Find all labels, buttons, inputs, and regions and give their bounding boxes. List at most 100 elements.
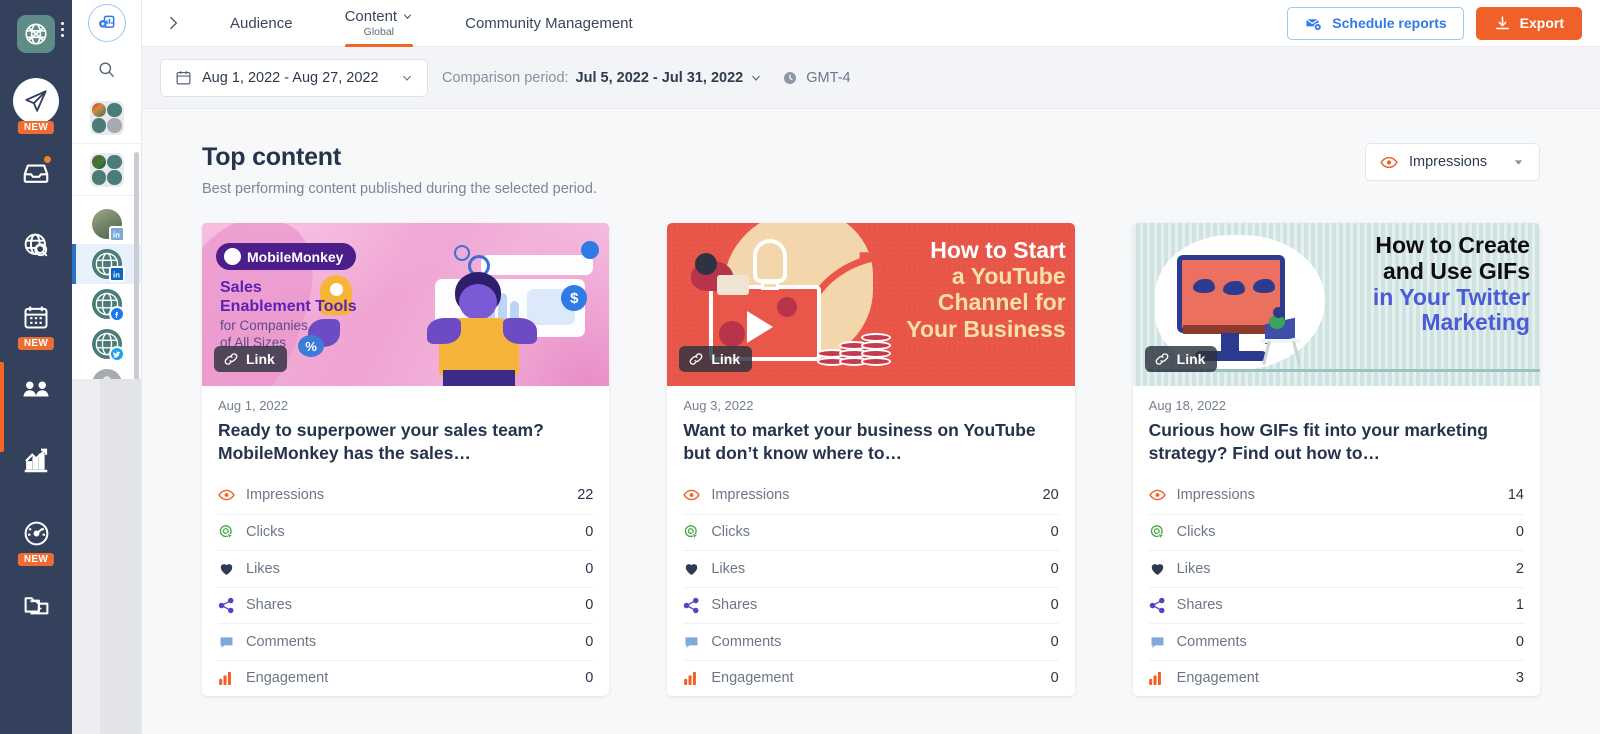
link-icon [689,353,703,365]
metric-row-engagement: Engagement 0 [683,659,1059,697]
share-icon [1149,597,1166,614]
sidebar-item-media-library[interactable] [0,574,72,636]
sidebar-item-analytics[interactable] [0,430,72,492]
eye-icon [1380,156,1398,168]
tab-content[interactable]: Content Global [319,0,440,47]
search-icon[interactable] [97,60,116,79]
avatar [91,209,125,242]
main-area: Audience Content Global Community Manage… [142,0,1600,734]
profile-linkedin-personal[interactable] [72,204,141,244]
content-card[interactable]: How to Start a YouTube Channel for Your … [667,223,1075,696]
chevron-right-icon[interactable] [163,13,183,33]
add-profile-button[interactable] [87,4,126,42]
profile-group-1[interactable] [72,92,141,144]
filter-bar: Aug 1, 2022 - Aug 27, 2022 Comparison pe… [142,47,1600,109]
profile-facebook-page[interactable] [72,284,141,324]
rail-overflow-menu-icon[interactable] [61,22,64,37]
comparison-period-picker[interactable]: Comparison period: Jul 5, 2022 - Jul 31,… [442,70,762,86]
metric-value: 0 [585,670,594,687]
speedometer-icon[interactable] [22,519,51,548]
top-actions: Schedule reports Export [1287,6,1582,40]
bar-chart-icon [1149,670,1166,687]
metric-selector[interactable]: Impressions [1365,143,1540,181]
app-logo[interactable] [0,8,72,60]
timezone-label: GMT-4 [806,69,851,86]
expand-sidebar-button[interactable] [142,13,204,33]
clock-icon [784,71,797,84]
card-metrics: Impressions 20 Clicks 0 Likes 0 Shares 0… [683,477,1059,697]
metric-value: 22 [577,487,594,504]
profile-search-row[interactable] [72,46,141,92]
export-label: Export [1519,15,1564,31]
artwork-line-2: and Use GIFs [1383,257,1530,284]
inbox-notification-dot [42,154,53,165]
sidebar-item-listening[interactable] [0,214,72,276]
comment-icon [218,633,235,650]
card-thumbnail[interactable]: How to Create and Use GIFs in Your Twitt… [1132,223,1540,386]
paper-plane-icon[interactable] [13,78,59,124]
section-tabs: Audience Content Global Community Manage… [204,0,659,47]
sidebar-item-calendar[interactable]: NEW [0,286,72,350]
click-icon [683,524,700,541]
brand-badge: MobileMonkey [216,243,357,270]
schedule-reports-button[interactable]: Schedule reports [1287,6,1464,40]
sidebar-item-benchmark[interactable]: NEW [0,502,72,566]
metric-value: 20 [1042,487,1059,504]
content-card[interactable]: How to Create and Use GIFs in Your Twitt… [1132,223,1540,696]
metric-label: Likes [246,560,280,577]
heart-icon [1149,560,1166,577]
card-thumbnail[interactable]: $ % MobileMonkey Sales Enablement Tools … [202,223,610,386]
sidebar-item-publish[interactable]: NEW [0,70,72,134]
metric-value: 0 [1050,560,1059,577]
content-panel: Top content Best performing content publ… [142,109,1600,734]
artwork-play-icon [747,311,774,343]
brand-name: MobileMonkey [247,248,344,265]
download-icon [1495,15,1509,29]
chevron-down-icon [752,75,761,81]
export-button[interactable]: Export [1475,6,1582,40]
artwork-line-2: Enablement Tools [220,298,357,316]
link-type-badge: Link [214,346,287,372]
card-thumbnail[interactable]: How to Start a YouTube Channel for Your … [667,223,1075,386]
facebook-icon [108,306,125,322]
artwork-line-1: Sales [220,279,262,296]
card-title: Curious how GIFs fit into your marketing… [1148,420,1488,464]
people-icon[interactable] [21,374,51,404]
metric-row-comments: Comments 0 [1148,623,1524,660]
date-range-picker[interactable]: Aug 1, 2022 - Aug 27, 2022 [160,58,428,97]
metric-value: 14 [1507,487,1524,504]
sidebar-item-audience[interactable] [0,358,72,420]
metric-label: Comments [1176,633,1247,650]
metric-label: Clicks [246,524,285,541]
sidebar-item-inbox[interactable] [0,142,72,204]
click-icon [1149,524,1166,541]
card-body: Aug 3, 2022 Want to market your business… [667,386,1074,696]
metric-label: Impressions [246,487,325,504]
group-avatar-tile [89,152,124,187]
metric-label: Engagement [711,670,794,687]
profile-linkedin-company[interactable] [72,244,141,284]
media-folder-icon[interactable] [22,591,51,620]
avatar [91,249,125,282]
profile-group-2[interactable] [72,144,141,196]
avatar [91,329,125,362]
date-range-value: Aug 1, 2022 - Aug 27, 2022 [202,69,379,86]
share-icon [218,597,235,614]
new-badge: NEW [17,553,55,566]
tab-audience[interactable]: Audience [204,0,319,47]
content-card[interactable]: $ % MobileMonkey Sales Enablement Tools … [202,223,610,696]
click-icon [218,524,235,541]
card-date: Aug 1, 2022 [218,398,289,413]
tab-community-management[interactable]: Community Management [439,0,659,47]
timezone-indicator[interactable]: GMT-4 [782,69,851,86]
bar-chart-icon [218,670,235,687]
calendar-icon[interactable] [22,303,50,331]
card-metrics: Impressions 14 Clicks 0 Likes 2 Shares 1… [1148,477,1524,696]
growth-chart-icon[interactable] [21,446,51,476]
globe-search-icon[interactable] [22,231,51,260]
metric-value: 0 [1050,524,1059,541]
chevron-down-icon[interactable] [402,11,413,22]
globe-logo-icon[interactable] [17,15,55,53]
profile-twitter[interactable] [72,324,141,364]
link-badge-label: Link [711,351,741,367]
